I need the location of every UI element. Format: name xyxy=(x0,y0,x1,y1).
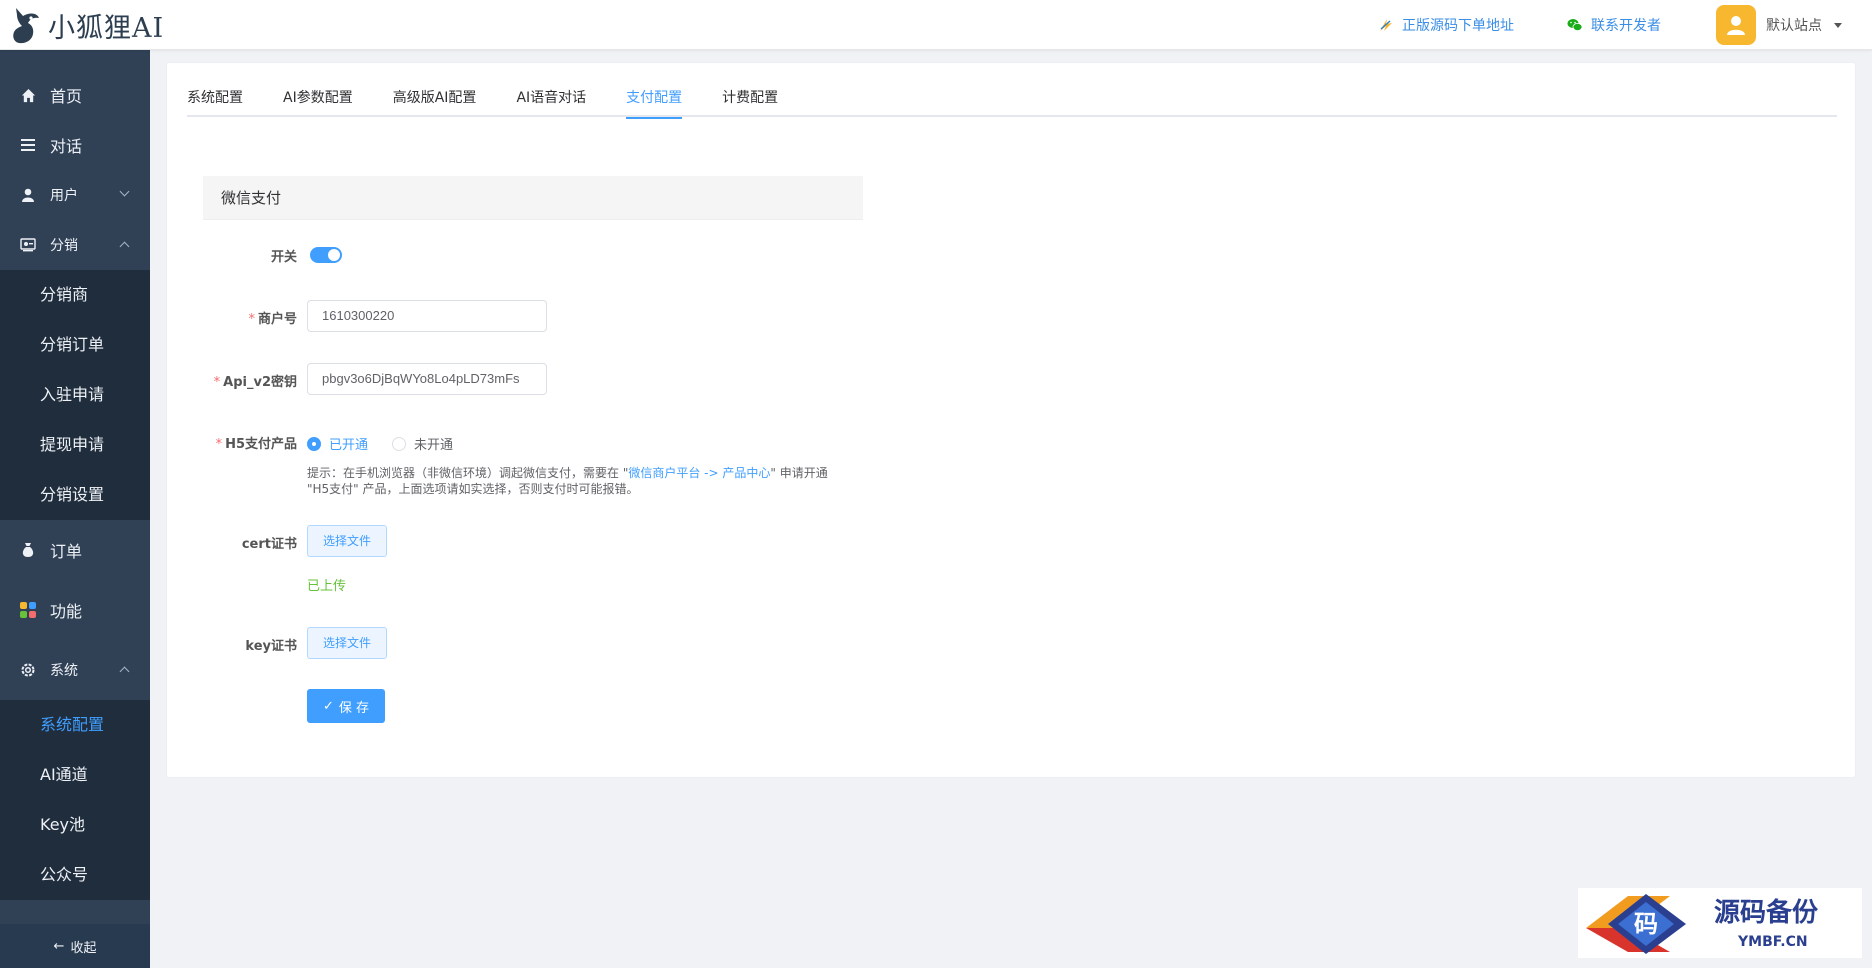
submenu-item-key-pool[interactable]: Key池 xyxy=(0,800,150,850)
submenu-item-join-requests[interactable]: 入驻申请 xyxy=(0,370,150,420)
sidebar-item-users[interactable]: 用户 xyxy=(0,170,150,220)
user-icon xyxy=(20,187,36,203)
sidebar-item-label: 首页 xyxy=(50,87,83,106)
fox-logo-icon xyxy=(13,8,39,44)
svg-text:码: 码 xyxy=(1634,909,1658,938)
merchant-id-input[interactable]: 1610300220 xyxy=(307,300,547,332)
cert-label: cert证书 xyxy=(241,537,297,552)
cert-choose-file-button[interactable]: 选择文件 xyxy=(307,525,387,557)
submenu-item-official-account[interactable]: 公众号 xyxy=(0,850,150,900)
arrow-left-icon: ← xyxy=(53,938,65,954)
submenu-item-distribution-orders[interactable]: 分销订单 xyxy=(0,320,150,370)
tab-ai-params[interactable]: AI参数配置 xyxy=(283,63,353,117)
money-bag-icon xyxy=(20,542,36,558)
sidebar-item-chat[interactable]: 对话 xyxy=(0,120,150,170)
h5-enabled-radio[interactable]: 已开通 xyxy=(307,434,368,453)
svg-text:源码备份: 源码备份 xyxy=(1714,898,1818,928)
key-choose-file-button[interactable]: 选择文件 xyxy=(307,627,387,659)
svg-text:YMBF.CN: YMBF.CN xyxy=(1737,934,1808,950)
distribution-submenu: 分销商 分销订单 入驻申请 提现申请 分销设置 xyxy=(0,270,150,520)
key-cert-label: key证书 xyxy=(245,639,297,654)
tab-payment-config[interactable]: 支付配置 xyxy=(626,63,683,119)
api-key-label: * Api_v2密钥 xyxy=(213,375,297,390)
lightning-icon xyxy=(1380,19,1392,31)
user-avatar-icon xyxy=(1727,16,1745,35)
h5-pay-label: * H5支付产品 xyxy=(215,437,297,452)
api-key-input[interactable]: pbgv3o6DjBqWYo8Lo4pLD73mFs xyxy=(307,363,547,395)
home-icon xyxy=(20,87,36,103)
wechat-pay-switch[interactable] xyxy=(310,247,342,263)
config-tabs: 系统配置 AI参数配置 高级版AI配置 AI语音对话 支付配置 计费配置 xyxy=(187,63,1837,119)
caret-down-icon xyxy=(1834,22,1842,28)
system-submenu: 系统配置 AI通道 Key池 公众号 xyxy=(0,700,150,900)
avatar xyxy=(1716,5,1756,45)
sidebar-item-orders[interactable]: 订单 xyxy=(0,520,150,580)
sidebar-item-label: 分销 xyxy=(50,238,78,254)
submenu-item-distributors[interactable]: 分销商 xyxy=(0,270,150,320)
sidebar-item-home[interactable]: 首页 xyxy=(0,70,150,120)
switch-label: 开关 xyxy=(270,250,297,265)
merchant-platform-link[interactable]: 微信商户平台 -> 产品中心 xyxy=(628,466,770,480)
sidebar-item-features[interactable]: 功能 xyxy=(0,580,150,640)
save-label: 保 存 xyxy=(338,700,370,716)
save-button[interactable]: ✓ 保 存 xyxy=(307,689,385,723)
cert-uploaded-status: 已上传 xyxy=(307,579,347,594)
check-icon: ✓ xyxy=(322,698,334,714)
h5-hint-text: 提示：在手机浏览器（非微信环境）调起微信支付，需要在 "微信商户平台 -> 产品… xyxy=(307,466,828,496)
sidebar-item-label: 订单 xyxy=(50,542,83,561)
chevron-up-icon xyxy=(119,666,130,677)
user-dropdown[interactable]: 默认站点 xyxy=(1716,5,1842,45)
logo-text: 小狐狸AI xyxy=(48,12,165,44)
h5-disabled-radio[interactable]: 未开通 xyxy=(392,434,453,453)
tab-system-config[interactable]: 系统配置 xyxy=(187,63,243,117)
watermark-image: 码 源码备份 YMBF.CN xyxy=(1586,894,1818,954)
tab-billing-config[interactable]: 计费配置 xyxy=(722,63,778,117)
source-order-link[interactable]: 正版源码下单地址 xyxy=(1378,15,1514,35)
h5-disabled-label: 未开通 xyxy=(414,438,454,453)
wechat-icon xyxy=(1567,19,1583,31)
sidebar-item-label: 系统 xyxy=(50,663,78,679)
section-title: 微信支付 xyxy=(203,176,863,220)
main-card: 系统配置 AI参数配置 高级版AI配置 AI语音对话 支付配置 计费配置 微信支… xyxy=(166,62,1856,778)
h5-enabled-label: 已开通 xyxy=(329,438,369,453)
contact-developer-label: 联系开发者 xyxy=(1591,18,1661,34)
watermark-logo: 码 源码备份 YMBF.CN xyxy=(1578,888,1862,958)
sidebar-item-label: 用户 xyxy=(50,188,78,204)
collapse-sidebar-button[interactable]: ← 收起 xyxy=(0,924,150,968)
source-order-label: 正版源码下单地址 xyxy=(1402,18,1514,34)
gear-icon xyxy=(20,662,36,678)
sidebar-item-label: 功能 xyxy=(50,602,83,621)
sidebar-item-system[interactable]: 系统 xyxy=(0,640,150,700)
submenu-item-ai-channel[interactable]: AI通道 xyxy=(0,750,150,800)
merchant-id-label: * 商户号 xyxy=(248,312,297,327)
sidebar: 首页 对话 用户 分销 分销商 分销订单 入驻申请 提现申请 分销设置 订单 功… xyxy=(0,50,150,968)
radio-unchecked-icon xyxy=(392,436,406,451)
distribution-icon xyxy=(20,237,36,253)
submenu-item-distribution-settings[interactable]: 分销设置 xyxy=(0,470,150,520)
radio-checked-icon xyxy=(307,436,321,451)
submenu-item-system-config[interactable]: 系统配置 xyxy=(0,700,150,750)
collapse-label: 收起 xyxy=(70,940,97,956)
tab-ai-voice[interactable]: AI语音对话 xyxy=(516,63,586,117)
chevron-up-icon xyxy=(119,241,130,252)
sidebar-item-distribution[interactable]: 分销 xyxy=(0,220,150,270)
logo[interactable]: 小狐狸AI xyxy=(10,4,164,46)
chevron-down-icon xyxy=(119,186,130,197)
top-header: 小狐狸AI 正版源码下单地址 联系开发者 默认站点 xyxy=(0,0,1872,50)
site-name: 默认站点 xyxy=(1766,18,1822,34)
submenu-item-withdraw-requests[interactable]: 提现申请 xyxy=(0,420,150,470)
apps-grid-icon xyxy=(20,602,36,618)
sidebar-item-label: 对话 xyxy=(50,137,83,156)
tab-advanced-ai[interactable]: 高级版AI配置 xyxy=(393,63,477,117)
contact-developer-link[interactable]: 联系开发者 xyxy=(1567,15,1661,35)
list-icon xyxy=(20,137,36,153)
